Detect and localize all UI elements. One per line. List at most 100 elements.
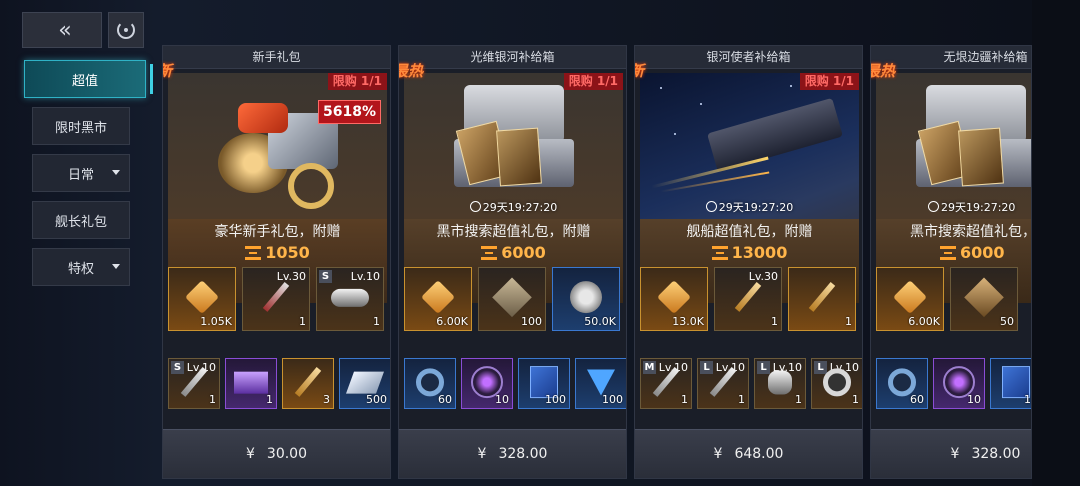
card-title: 无垠边疆补给箱 xyxy=(871,46,1031,69)
reward-item[interactable]: 50.0K xyxy=(552,267,620,331)
reward-item[interactable]: SLv.101 xyxy=(168,358,220,409)
reward-item[interactable]: SLv.101 xyxy=(316,267,384,331)
gold-cube-icon xyxy=(657,280,691,315)
pack-image xyxy=(404,73,623,219)
hot-tag: 最热 xyxy=(399,62,424,80)
double-chevron-left-icon: « xyxy=(58,17,72,43)
refresh-icon xyxy=(117,21,135,39)
clock-icon xyxy=(705,201,717,212)
reward-item[interactable]: 60 xyxy=(404,358,456,409)
reward-item[interactable]: 13.0K xyxy=(640,267,708,331)
reward-row: 1.05K Lv.30 1 S Lv.10 1 xyxy=(168,267,384,331)
reward-item[interactable]: Lv.30 1 xyxy=(242,267,310,331)
silver-coin-icon xyxy=(570,281,602,314)
card-title: 银河使者补给箱 xyxy=(635,46,862,69)
pack-image xyxy=(876,73,1031,219)
cylinder-module-icon xyxy=(331,288,369,307)
new-tag: 新 xyxy=(163,60,172,81)
buy-button[interactable]: ¥328.00 xyxy=(399,429,626,478)
refresh-button[interactable] xyxy=(108,12,144,48)
dd-badge-icon xyxy=(492,277,532,318)
currency-icon xyxy=(940,246,956,260)
reward-row: 6.00K 100 50.0K xyxy=(404,267,620,331)
sidebar-item-label: 特权 xyxy=(67,261,94,277)
reward-item[interactable]: LLv.101 xyxy=(811,358,862,409)
gold-ship-icon xyxy=(734,282,762,312)
currency-icon xyxy=(481,246,498,260)
reward-row: 6.00K 50 xyxy=(876,267,1018,331)
reward-item[interactable]: 100 xyxy=(478,267,546,331)
blue-gem-icon xyxy=(587,368,615,395)
reward-item[interactable]: 3 xyxy=(282,358,334,409)
pack-description: 黑市搜索超值礼包，附赠 xyxy=(910,224,1031,240)
value-percent-badge: 5618% xyxy=(318,100,381,124)
hot-tag: 最热 xyxy=(871,62,896,80)
sidebar: 超值 限时黑市 日常 舰长礼包 特权 xyxy=(24,60,153,295)
pack-card-lightdim-supply[interactable]: 光维银河补给箱 限购 1/1 29天19:27:20 黑市搜索超值礼包，附赠 6… xyxy=(398,45,627,479)
currency-icon xyxy=(245,246,262,260)
reward-item[interactable]: LLv.101 xyxy=(697,358,749,409)
reward-item[interactable]: 1 xyxy=(788,267,856,331)
buy-button[interactable]: ¥328.00 xyxy=(871,429,1031,478)
reward-item[interactable]: 100 xyxy=(518,358,570,409)
sidebar-item-captain-pack[interactable]: 舰长礼包 xyxy=(32,201,130,239)
reward-item[interactable]: 6.00K xyxy=(404,267,472,331)
reward-item[interactable]: 50 xyxy=(950,267,1018,331)
reward-item[interactable]: 10 xyxy=(933,358,985,409)
card-title: 新手礼包 xyxy=(163,46,390,69)
right-edge-bar xyxy=(1032,0,1080,486)
purple-crate-icon xyxy=(234,371,268,394)
reward-item[interactable]: 1.05K xyxy=(168,267,236,331)
limit-badge: 限购 1/1 xyxy=(563,73,623,90)
buy-button[interactable]: ¥30.00 xyxy=(163,429,390,478)
reward-item[interactable]: MLv.101 xyxy=(640,358,692,409)
sidebar-item-privilege[interactable]: 特权 xyxy=(32,248,130,286)
clock-icon xyxy=(928,201,939,212)
buy-button[interactable]: ¥648.00 xyxy=(635,429,862,478)
pack-description: 黑市搜索超值礼包，附赠 xyxy=(436,224,591,240)
bonus-points: 13000 xyxy=(640,243,859,262)
reward-row: SLv.101 1 3 500 xyxy=(168,358,390,409)
chevron-down-icon xyxy=(112,264,120,269)
currency-icon xyxy=(711,246,728,260)
pack-card-newbie[interactable]: 新手礼包 限购 1/1 5618% 豪华新手礼包，附赠 1050 新 1.05K… xyxy=(162,45,391,479)
reward-item[interactable]: 10 xyxy=(990,358,1031,409)
reward-item[interactable]: 10 xyxy=(461,358,513,409)
pack-description: 舰船超值礼包，附赠 xyxy=(686,224,813,240)
card-icon xyxy=(964,277,1004,318)
pack-image xyxy=(168,73,387,219)
reward-item[interactable]: LLv.101 xyxy=(754,358,806,409)
gold-cube-icon xyxy=(421,280,455,315)
pack-card-boundless-frontier[interactable]: 无垠边疆补给箱 29天19:27:20 黑市搜索超值礼包，附赠 6000 最热 … xyxy=(870,45,1032,479)
gear-icon xyxy=(416,367,444,396)
crystal-icon xyxy=(345,371,385,394)
reward-item[interactable]: 60 xyxy=(876,358,928,409)
new-tag: 新 xyxy=(635,60,644,81)
reward-row: 60 10 100 100 xyxy=(404,358,626,409)
pack-description: 豪华新手礼包，附赠 xyxy=(214,224,341,240)
card-title: 光维银河补给箱 xyxy=(399,46,626,69)
pack-card-galaxy-envoy[interactable]: 银河使者补给箱 限购 1/1 29天19:27:20 舰船超值礼包，附赠 130… xyxy=(634,45,863,479)
sidebar-item-black-market[interactable]: 限时黑市 xyxy=(32,107,130,145)
limit-badge: 限购 1/1 xyxy=(799,73,859,90)
reward-item[interactable]: 6.00K xyxy=(876,267,944,331)
sidebar-item-label: 限时黑市 xyxy=(54,120,107,136)
reward-row: 13.0K Lv.30 1 1 xyxy=(640,267,856,331)
satellite-icon xyxy=(823,367,851,396)
sidebar-item-value[interactable]: 超值 xyxy=(24,60,153,98)
reward-item[interactable]: Lv.30 1 xyxy=(714,267,782,331)
reward-item[interactable]: 100 xyxy=(575,358,626,409)
module-icon xyxy=(768,370,792,395)
gold-cube-icon xyxy=(185,280,219,315)
bonus-points: 6000 xyxy=(876,243,1031,262)
countdown-timer: 29天19:27:20 xyxy=(876,199,1031,215)
gold-ship-icon xyxy=(294,366,322,397)
bonus-points: 1050 xyxy=(168,243,387,262)
reward-item[interactable]: 500 xyxy=(339,358,390,409)
reward-item[interactable]: 1 xyxy=(225,358,277,409)
sidebar-item-label: 舰长礼包 xyxy=(54,214,107,230)
back-button[interactable]: « xyxy=(22,12,102,48)
sidebar-item-daily[interactable]: 日常 xyxy=(32,154,130,192)
gold-cube-icon xyxy=(893,280,927,315)
clock-icon xyxy=(469,201,481,212)
